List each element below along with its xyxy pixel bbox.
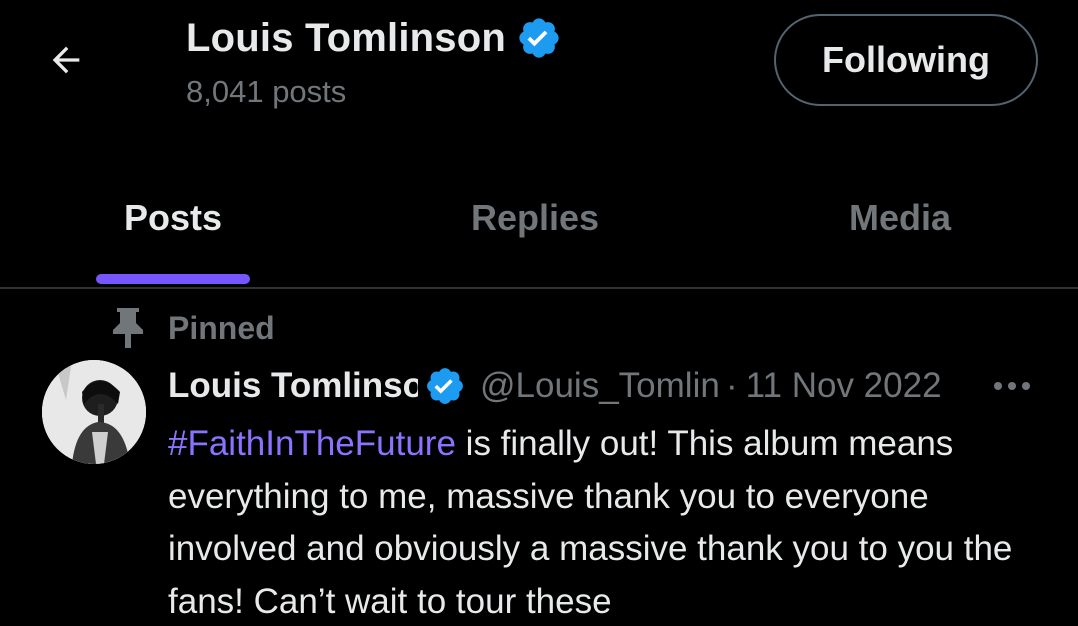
following-button[interactable]: Following [774, 14, 1038, 106]
pinned-row: Pinned [108, 306, 275, 350]
tab-media[interactable]: Media [820, 168, 980, 268]
tweet-author-name[interactable]: Louis Tomlinson [168, 366, 418, 406]
profile-name-row: Louis Tomlinson [186, 14, 562, 62]
hashtag-link[interactable]: #FaithInTheFuture [168, 424, 456, 463]
back-arrow-icon [52, 46, 80, 74]
tweet-date[interactable]: 11 Nov 2022 [746, 366, 942, 406]
tweet-text: #FaithInTheFuture is finally out! This a… [168, 418, 1048, 626]
avatar[interactable] [42, 360, 146, 464]
tab-replies[interactable]: Replies [440, 168, 630, 268]
more-options-button[interactable] [986, 362, 1038, 410]
more-dots-icon [994, 382, 1030, 390]
post-count: 8,041 posts [186, 74, 347, 109]
back-button[interactable] [36, 30, 96, 90]
profile-page: Louis Tomlinson 8,041 posts Following Po… [0, 0, 1078, 626]
profile-name: Louis Tomlinson [186, 15, 507, 60]
active-tab-indicator [96, 274, 250, 284]
tweet-header: Louis Tomlinson @Louis_Tomlinson · 11 No… [168, 360, 1048, 412]
profile-header: Louis Tomlinson 8,041 posts Following [0, 0, 1078, 130]
tweet-author-handle[interactable]: @Louis_Tomlinson [480, 366, 718, 406]
profile-tabs: Posts Replies Media [0, 168, 1078, 289]
tweet-separator: · [726, 366, 738, 405]
tab-posts[interactable]: Posts [96, 168, 250, 268]
verified-badge-icon [516, 15, 562, 61]
pinned-label: Pinned [168, 309, 275, 346]
pin-icon [108, 306, 148, 350]
verified-badge-icon [424, 365, 466, 407]
